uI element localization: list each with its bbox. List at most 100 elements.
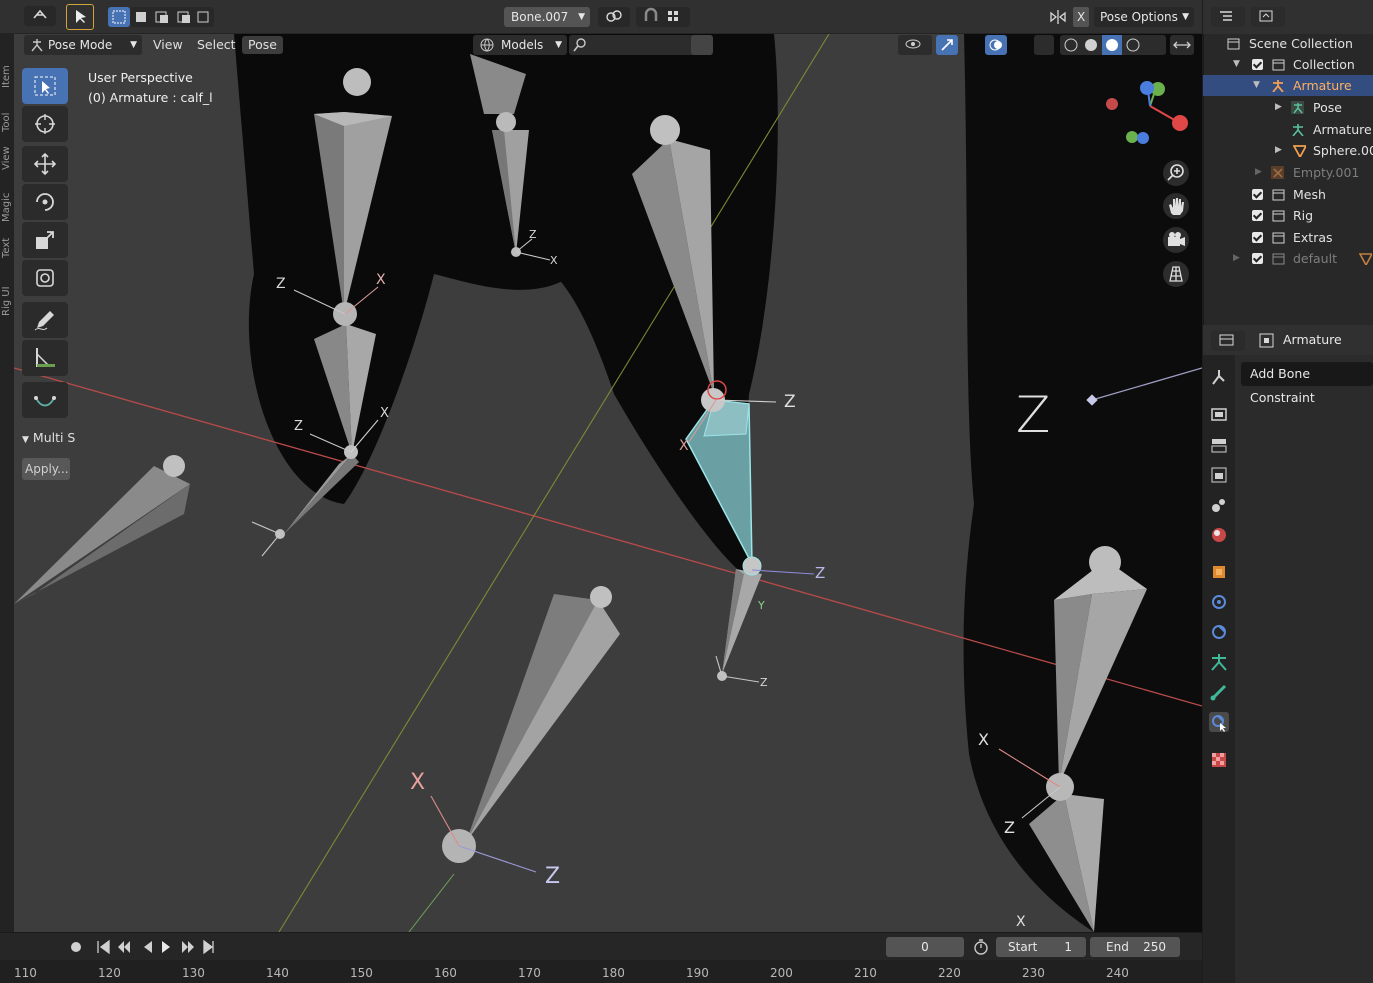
sidebar-tab-magic[interactable]: Magic — [1, 172, 13, 222]
tool-relax[interactable] — [22, 382, 68, 418]
stopwatch-icon[interactable] — [972, 938, 990, 956]
ruler-tick: 160 — [434, 966, 457, 980]
transform-pivot-button[interactable] — [598, 7, 630, 27]
texture-icon[interactable] — [1209, 750, 1229, 770]
outliner-row-rig[interactable]: Rig — [1203, 205, 1373, 226]
object-icon[interactable] — [1209, 562, 1229, 582]
modifier-icon[interactable] — [1209, 592, 1229, 612]
camera-icon — [1168, 232, 1185, 246]
outliner-row-default[interactable]: ▶ default — [1203, 248, 1373, 269]
bone-icon[interactable] — [1209, 682, 1229, 702]
search-field[interactable] — [569, 35, 713, 55]
outliner-row-extras[interactable]: Extras — [1203, 227, 1373, 248]
end-value: 250 — [1143, 940, 1166, 954]
object-data-icon[interactable] — [1209, 652, 1229, 672]
outliner-row-mesh[interactable]: Mesh — [1203, 184, 1373, 205]
pan-button[interactable] — [1163, 193, 1189, 219]
select-mode-group[interactable] — [130, 7, 214, 27]
tool-cursor[interactable] — [22, 106, 68, 142]
outliner-row-sphere[interactable]: ▶ Sphere.00 — [1203, 140, 1373, 161]
tool-transform[interactable] — [22, 260, 68, 296]
outliner-editor-type-button[interactable] — [1211, 7, 1245, 27]
visibility-checkbox[interactable] — [1252, 210, 1263, 221]
overlays-toggle[interactable] — [985, 35, 1007, 55]
x-mirror-toggle[interactable]: X — [1046, 7, 1090, 27]
shading-mode-group[interactable] — [1060, 35, 1166, 55]
ruler-tick: 140 — [266, 966, 289, 980]
visibility-checkbox[interactable] — [1252, 232, 1263, 243]
view-layer-icon[interactable] — [1209, 465, 1229, 485]
world-icon[interactable] — [1209, 525, 1229, 545]
start-frame-field[interactable]: Start 1 — [996, 937, 1086, 957]
properties-header: Armature — [1203, 325, 1373, 355]
end-frame-field[interactable]: End 250 — [1090, 937, 1180, 957]
tool-move[interactable] — [22, 146, 68, 182]
output-icon[interactable] — [1209, 435, 1229, 455]
axis-label-x: X — [978, 730, 989, 749]
visibility-dropdown[interactable] — [898, 35, 932, 55]
outliner-row-armature-data[interactable]: Armature — [1203, 119, 1373, 140]
physics-icon[interactable] — [1209, 622, 1229, 642]
gizmo-toggle[interactable] — [936, 35, 958, 55]
menu-select[interactable]: Select — [191, 36, 242, 54]
visibility-checkbox[interactable] — [1252, 189, 1263, 200]
axis-label-z: Z — [784, 392, 796, 412]
tool-scale[interactable] — [22, 222, 68, 258]
relax-curve-icon — [34, 396, 56, 407]
pose-options-dropdown[interactable]: Pose Options ▼ — [1094, 7, 1194, 27]
display-mode-button[interactable] — [1251, 7, 1285, 27]
pencil-icon — [34, 311, 54, 331]
search-options-button[interactable] — [691, 35, 713, 55]
tool-rotate[interactable] — [22, 184, 68, 220]
playback-controls[interactable] — [66, 937, 226, 957]
chevron-down-icon: ▼ — [578, 12, 585, 22]
models-filter-dropdown[interactable]: Models ▼ — [473, 35, 567, 55]
tool-select-box[interactable] — [22, 68, 68, 104]
active-bone-dropdown[interactable]: Bone.007 ▼ — [504, 7, 590, 27]
zoom-button[interactable] — [1163, 160, 1189, 186]
3d-viewport[interactable]: Z X Z X Z X Z X Z Y Z X Z Z X Z X — [14, 34, 1202, 932]
tweak-tool-button[interactable] — [66, 4, 94, 30]
sidebar-tab-item[interactable]: Item — [1, 38, 13, 88]
sidebar-toggle[interactable] — [1170, 35, 1194, 55]
start-value: 1 — [1064, 940, 1072, 954]
visibility-checkbox[interactable] — [1252, 59, 1263, 70]
tool-annotate[interactable] — [22, 302, 68, 338]
tool-measure[interactable] — [22, 340, 68, 376]
ruler-tick: 120 — [98, 966, 121, 980]
sidebar-tab-text[interactable]: Text — [1, 224, 13, 258]
eye-icon — [905, 39, 921, 49]
current-frame-field[interactable]: 0 — [886, 937, 964, 957]
chevron-right-icon: ▶ — [1275, 145, 1282, 155]
sidebar-tab-view[interactable]: View — [1, 134, 13, 170]
outliner-row-scene-collection[interactable]: Scene Collection — [1203, 33, 1373, 54]
camera-view-button[interactable] — [1163, 227, 1189, 253]
last-operator-panel-header[interactable]: ▼ Multi S — [22, 430, 92, 448]
menu-view[interactable]: View — [147, 36, 189, 54]
apply-button[interactable]: Apply... — [22, 458, 70, 480]
snap-button[interactable] — [636, 7, 690, 27]
axis-label-z: Z — [529, 228, 537, 241]
sidebar-tab-rig-ui[interactable]: Rig UI — [1, 260, 13, 316]
sidebar-tab-tool[interactable]: Tool — [1, 92, 13, 132]
ruler-tick: 190 — [686, 966, 709, 980]
outliner-row-armature[interactable]: ▼ Armature — [1203, 75, 1373, 96]
navigation-gizmo[interactable] — [1098, 76, 1194, 156]
outliner-row-collection[interactable]: ▼ Collection — [1203, 54, 1373, 75]
outliner-row-empty[interactable]: ▶ Empty.001 — [1203, 162, 1373, 183]
outliner-row-pose[interactable]: ▶ Pose — [1203, 97, 1373, 118]
bone-constraint-icon[interactable] — [1209, 712, 1229, 732]
render-icon[interactable] — [1209, 404, 1229, 424]
select-new-icon — [112, 10, 126, 24]
tool-icon[interactable] — [1209, 367, 1229, 387]
properties-editor-type-button[interactable] — [1211, 331, 1245, 351]
xray-toggle[interactable] — [1034, 35, 1054, 55]
editor-type-button[interactable] — [24, 6, 56, 26]
ruler-tick: 170 — [518, 966, 541, 980]
perspective-toggle-button[interactable] — [1163, 261, 1189, 287]
mode-dropdown[interactable]: Pose Mode ▼ — [24, 35, 142, 55]
visibility-checkbox[interactable] — [1252, 253, 1263, 264]
menu-pose[interactable]: Pose — [242, 36, 283, 54]
scene-icon[interactable] — [1209, 495, 1229, 515]
ruler-icon — [36, 348, 55, 367]
